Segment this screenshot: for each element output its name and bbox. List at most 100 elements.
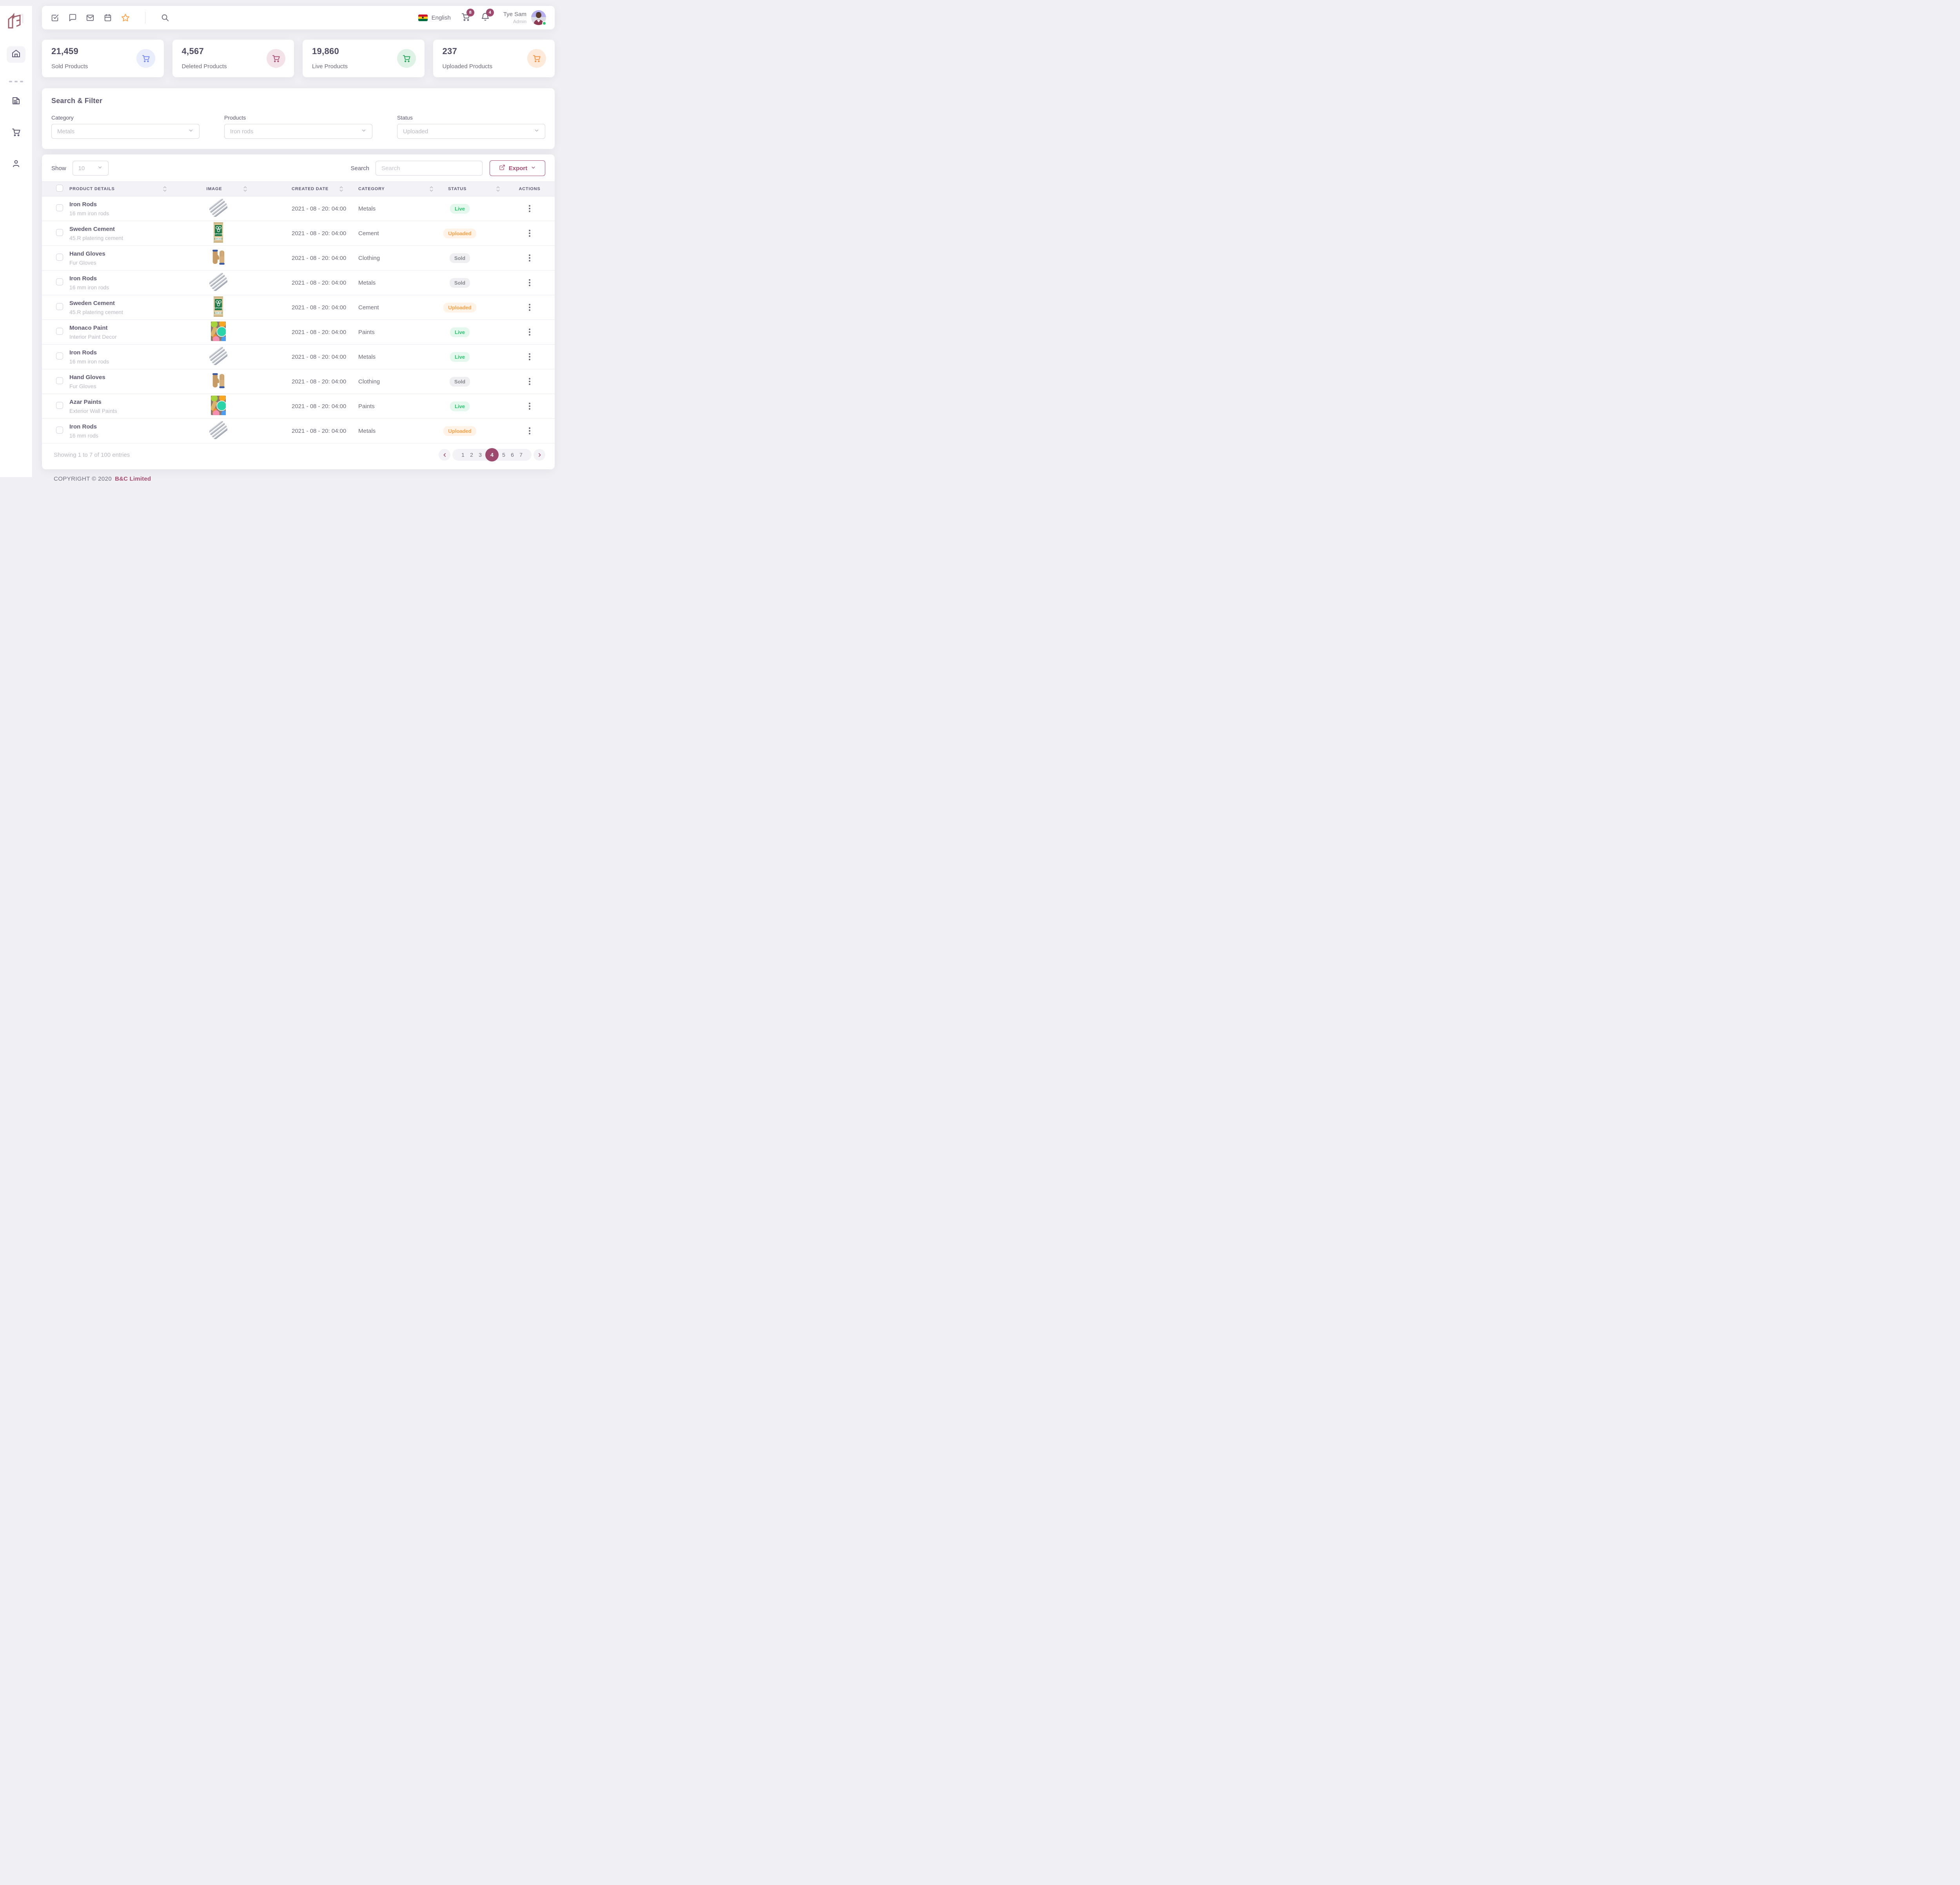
table-row: Sweden Cement45.R platering cementSUPACE… [42, 221, 555, 246]
products-select[interactable]: Iron rods [224, 124, 372, 139]
row-checkbox[interactable] [56, 254, 63, 261]
stat-card-uploaded: 237 Uploaded Products [433, 40, 555, 77]
status-select[interactable]: Uploaded [397, 124, 545, 139]
row-actions-menu[interactable] [526, 203, 534, 214]
table-header: PRODUCT DETAILS IMAGE CREATED DATE [42, 182, 555, 196]
row-checkbox[interactable] [56, 427, 63, 434]
category: Paints [348, 329, 438, 336]
page-button-2[interactable]: 2 [467, 452, 476, 458]
row-checkbox[interactable] [56, 229, 63, 236]
search-icon[interactable] [161, 13, 169, 22]
mail-icon[interactable] [86, 13, 94, 22]
row-actions-menu[interactable] [526, 352, 534, 362]
column-created-date[interactable]: CREATED DATE [265, 186, 348, 192]
avatar[interactable] [531, 10, 546, 25]
created-date: 2021 - 08 - 20: 04:00 [265, 354, 348, 360]
sidebar-item-profile[interactable] [7, 156, 25, 173]
column-product-details[interactable]: PRODUCT DETAILS [69, 186, 171, 192]
cart-badge: 8 [466, 9, 474, 16]
ghana-flag-icon[interactable]: ★ [418, 15, 428, 21]
prev-page-button[interactable] [439, 449, 450, 461]
entries-summary: Showing 1 to 7 of 100 entries [54, 452, 130, 458]
chevron-down-icon [361, 128, 367, 135]
chevron-down-icon [531, 165, 536, 172]
category: Metals [348, 280, 438, 286]
filter-title: Search & Filter [51, 97, 545, 105]
products-label: Products [224, 114, 372, 121]
category-select[interactable]: Metals [51, 124, 200, 139]
row-checkbox[interactable] [56, 303, 63, 310]
page-button-1[interactable]: 1 [459, 452, 467, 458]
row-checkbox[interactable] [56, 352, 63, 360]
row-actions-menu[interactable] [526, 302, 534, 312]
category: Paints [348, 403, 438, 410]
next-page-button[interactable] [534, 449, 545, 461]
company-link[interactable]: B&C Limited [115, 476, 151, 482]
search-input[interactable] [376, 161, 483, 176]
star-icon[interactable] [121, 13, 130, 22]
sidebar-item-home[interactable] [7, 46, 25, 63]
category: Cement [348, 304, 438, 311]
gloves-image [210, 248, 227, 268]
status-value: Uploaded [403, 128, 428, 135]
stat-card-live: 19,860 Live Products [303, 40, 425, 77]
row-actions-menu[interactable] [526, 253, 534, 263]
table-row: Iron Rods16 mm rods2021 - 08 - 20: 04:00… [42, 419, 555, 443]
product-name: Hand Gloves [69, 251, 171, 257]
page-button-3[interactable]: 3 [476, 452, 485, 458]
product-name: Sweden Cement [69, 300, 171, 307]
created-date: 2021 - 08 - 20: 04:00 [265, 255, 348, 262]
gloves-image [210, 372, 227, 392]
page-button-4[interactable]: 4 [485, 448, 499, 461]
product-subtitle: 16 mm iron rods [69, 210, 171, 216]
page-button-6[interactable]: 6 [508, 452, 517, 458]
column-status[interactable]: STATUS [438, 186, 505, 192]
row-checkbox[interactable] [56, 402, 63, 409]
product-name: Hand Gloves [69, 374, 171, 381]
notifications-button[interactable]: 4 [481, 12, 490, 24]
cart-icon [527, 49, 546, 68]
page-size-select[interactable]: 10 [73, 161, 109, 176]
row-checkbox[interactable] [56, 204, 63, 211]
calendar-icon[interactable] [103, 13, 112, 22]
product-name: Iron Rods [69, 275, 171, 282]
chat-icon[interactable] [68, 13, 77, 22]
export-button[interactable]: Export [490, 160, 545, 176]
row-actions-menu[interactable] [526, 278, 534, 288]
category: Metals [348, 428, 438, 434]
product-name: Iron Rods [69, 349, 171, 356]
cement-image: SUPACEMSUPA FAST [213, 222, 223, 245]
column-image[interactable]: IMAGE [171, 186, 265, 192]
check-square-icon[interactable] [51, 13, 59, 22]
svg-text:SUPA FAST: SUPA FAST [214, 238, 223, 240]
row-actions-menu[interactable] [526, 401, 534, 411]
row-checkbox[interactable] [56, 377, 63, 384]
product-subtitle: 45.R platering cement [69, 235, 171, 241]
row-actions-menu[interactable] [526, 228, 534, 238]
user-icon [11, 159, 21, 170]
sidebar-item-cart[interactable] [7, 125, 25, 141]
page-button-5[interactable]: 5 [499, 452, 508, 458]
status-badge: Uploaded [443, 426, 476, 436]
sidebar-item-documents[interactable] [7, 93, 25, 110]
product-name: Monaco Paint [69, 325, 171, 331]
language-selector[interactable]: English [432, 15, 451, 21]
column-category[interactable]: CATEGORY [348, 186, 438, 192]
paint-image [211, 396, 226, 417]
home-icon [11, 49, 21, 60]
iron-rods-image [209, 421, 227, 441]
product-name: Iron Rods [69, 201, 171, 208]
row-checkbox[interactable] [56, 278, 63, 285]
row-actions-menu[interactable] [526, 327, 534, 337]
row-checkbox[interactable] [56, 328, 63, 335]
page-button-7[interactable]: 7 [517, 452, 525, 458]
cart-button[interactable]: 8 [461, 12, 470, 24]
search-label: Search [350, 165, 369, 172]
products-value: Iron rods [230, 128, 253, 135]
iron-rods-image [209, 347, 227, 367]
row-actions-menu[interactable] [526, 426, 534, 436]
row-actions-menu[interactable] [526, 376, 534, 387]
select-all-checkbox[interactable] [56, 185, 63, 192]
copyright: COPYRIGHT © 2020B&C Limited [54, 476, 555, 482]
product-subtitle: 16 mm rods [69, 432, 171, 439]
